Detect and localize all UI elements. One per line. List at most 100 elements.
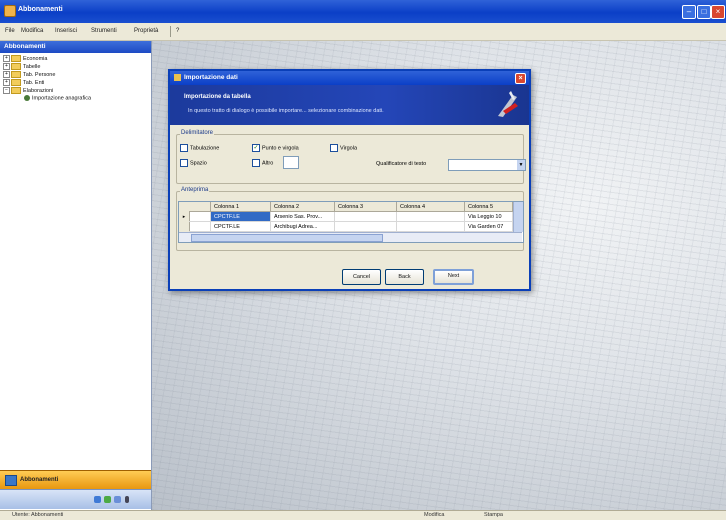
grid-cell[interactable]: CPCTF.LE (211, 212, 271, 222)
expand-icon[interactable]: + (3, 55, 10, 62)
gear-icon (24, 95, 30, 101)
chevron-icon[interactable] (125, 496, 129, 503)
nav-pane-abbonamenti[interactable]: Abbonamenti (0, 470, 151, 489)
column-header[interactable]: Colonna 1 (211, 202, 271, 212)
refresh-icon[interactable] (104, 496, 111, 503)
next-button[interactable]: Next (433, 269, 474, 285)
folder-icon (5, 475, 17, 486)
vertical-scrollbar[interactable] (513, 202, 523, 232)
grid-cell[interactable]: CPCTF.LE (211, 222, 271, 232)
shortcut-icon[interactable] (94, 496, 101, 503)
scrollbar-thumb[interactable] (191, 234, 383, 242)
checkbox-box[interactable] (330, 144, 338, 152)
checkbox-box[interactable]: ✓ (252, 144, 260, 152)
sidebar: Abbonamenti + Economia + Tabelle + Tab. Per… (0, 41, 152, 510)
tree-item-tab-persone[interactable]: + Tab. Persone (3, 71, 55, 78)
grid-cell[interactable]: Arsenio Sas. Prov... (271, 212, 335, 222)
grid-spacer-cell (189, 222, 211, 232)
grid-cell[interactable] (397, 212, 465, 222)
tree-item-label: Economia (23, 55, 48, 62)
grid-cell[interactable] (397, 222, 465, 232)
grid-spacer-cell (189, 212, 211, 222)
cancel-button[interactable]: Cancel (342, 269, 381, 285)
menu-strumenti[interactable]: Strumenti (91, 28, 117, 34)
sidebar-header: Abbonamenti (0, 41, 151, 53)
tree-item-importazione[interactable]: Importazione anagrafica (24, 95, 91, 102)
folder-icon (11, 55, 21, 62)
menu-file[interactable]: File (5, 28, 15, 34)
nav-toolbar (0, 489, 151, 509)
folder-icon (11, 71, 21, 78)
grid-cell[interactable]: Via Leggio 10 (465, 212, 513, 222)
collapse-icon[interactable]: − (3, 87, 10, 94)
menu-help[interactable]: ? (176, 28, 179, 34)
banner-description: In questo tratto di dialogo è possibile … (188, 108, 384, 114)
tree-item-label: Tab. Enti (23, 79, 45, 86)
menu-proprieta[interactable]: Proprietà (134, 28, 158, 34)
tree-item-tab-enti[interactable]: + Tab. Enti (3, 79, 44, 86)
column-header[interactable]: Colonna 3 (335, 202, 397, 212)
app-icon (4, 5, 16, 17)
tree-item-label: Tabelle (23, 63, 41, 70)
preview-group-label: Anteprima (180, 187, 210, 193)
knife-icon (498, 91, 518, 117)
checkbox-label: Virgola (340, 145, 358, 152)
checkbox-label: Spazio (190, 160, 207, 167)
expand-icon[interactable]: + (3, 71, 10, 78)
folder-icon (11, 79, 21, 86)
minimize-icon[interactable]: – (682, 5, 696, 19)
status-user: Utente: Abbonamenti (12, 512, 64, 518)
other-delimiter-input[interactable] (283, 156, 299, 169)
tree-item-elaborazioni[interactable]: − Elaborazioni (3, 87, 53, 94)
close-icon[interactable]: × (711, 5, 725, 19)
grid-cell[interactable]: Archibugi Adrea... (271, 222, 335, 232)
folder-icon (11, 63, 21, 70)
close-icon[interactable]: × (515, 73, 526, 84)
tab-checkbox[interactable]: Tabulazione (180, 144, 219, 152)
checkbox-box[interactable] (252, 159, 260, 167)
tree-item-economia[interactable]: + Economia (3, 55, 47, 62)
checkbox-label: Altro (262, 160, 274, 167)
tree-item-label: Importazione anagrafica (32, 95, 92, 102)
column-header[interactable]: Colonna 5 (465, 202, 513, 212)
checkbox-box[interactable] (180, 144, 188, 152)
tree-item-label: Tab. Persone (23, 71, 56, 78)
status-print: Stampa (484, 512, 503, 518)
back-button[interactable]: Back (385, 269, 424, 285)
grid-cell[interactable] (335, 212, 397, 222)
expand-icon[interactable]: + (3, 63, 10, 70)
checkbox-label: Punto e virgola (262, 145, 299, 152)
status-mode: Modifica (424, 512, 445, 518)
horizontal-scrollbar[interactable] (179, 232, 522, 242)
dialog-title: Importazione dati (184, 74, 238, 81)
options-icon[interactable] (114, 496, 121, 503)
text-qualifier-label: Qualificatore di testo (376, 161, 427, 167)
menu-inserisci[interactable]: Inserisci (55, 28, 77, 34)
app-title: Abbonamenti (18, 6, 63, 13)
text-qualifier-select[interactable]: ▼ (448, 159, 526, 171)
chevron-down-icon[interactable]: ▼ (517, 160, 525, 170)
menu-bar: File Modifica Inserisci Strumenti Propri… (0, 23, 726, 41)
grid-cell[interactable] (335, 222, 397, 232)
folder-icon (11, 87, 21, 94)
tree-item-tabelle[interactable]: + Tabelle (3, 63, 40, 70)
other-checkbox[interactable]: Altro (252, 159, 273, 167)
space-checkbox[interactable]: Spazio (180, 159, 207, 167)
menu-modifica[interactable]: Modifica (21, 28, 43, 34)
column-header[interactable]: Colonna 2 (271, 202, 335, 212)
semicolon-checkbox[interactable]: ✓ Punto e virgola (252, 144, 299, 152)
import-dialog: Importazione dati × Importazione da tabe… (168, 69, 531, 291)
expand-icon[interactable]: + (3, 79, 10, 86)
grid-spacer-header (189, 202, 211, 212)
checkbox-label: Tabulazione (190, 145, 220, 152)
menu-separator (170, 26, 171, 37)
dialog-icon (174, 74, 181, 81)
grid-cell[interactable]: Via Garden 07 (465, 222, 513, 232)
maximize-icon[interactable]: □ (697, 5, 711, 19)
comma-checkbox[interactable]: Virgola (330, 144, 357, 152)
preview-grid[interactable]: Colonna 1 Colonna 2 Colonna 3 Colonna 4 … (178, 201, 524, 243)
app-title-bar: Abbonamenti – □ × (0, 0, 726, 23)
column-header[interactable]: Colonna 4 (397, 202, 465, 212)
nav-pane-label: Abbonamenti (20, 477, 59, 483)
checkbox-box[interactable] (180, 159, 188, 167)
